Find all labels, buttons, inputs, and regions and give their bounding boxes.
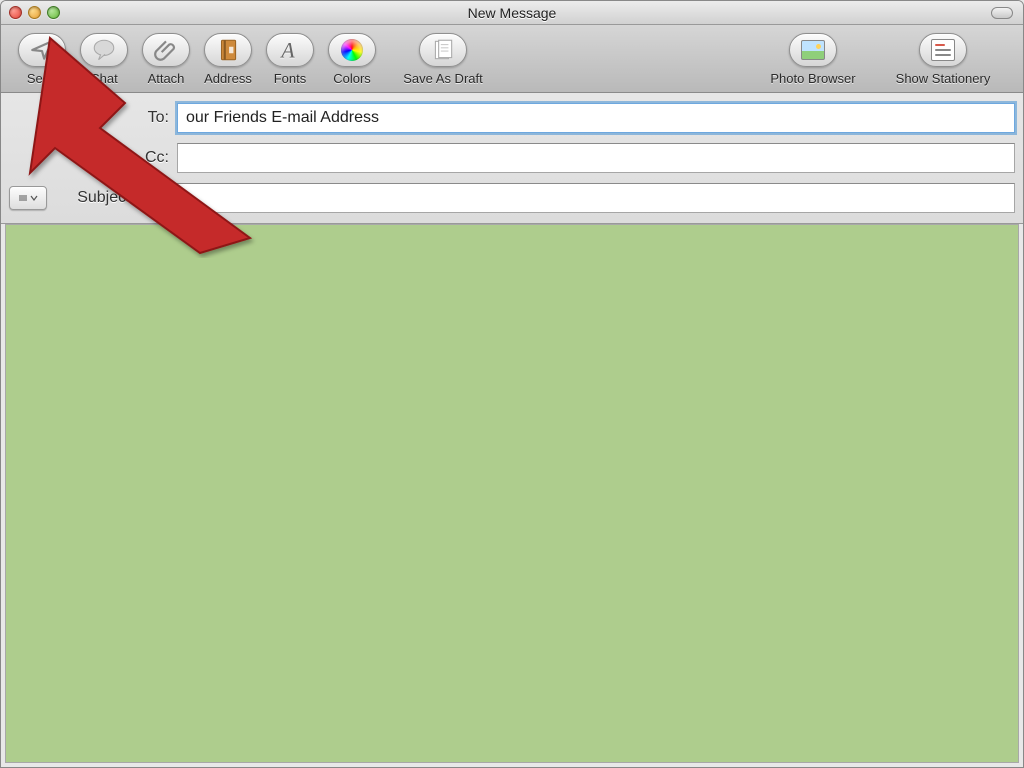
save-as-draft-label: Save As Draft (403, 71, 482, 86)
paperclip-icon (153, 37, 179, 63)
address-button[interactable]: Address (197, 33, 259, 86)
message-body[interactable] (5, 224, 1019, 763)
chat-bubble-icon (91, 37, 117, 63)
message-headers: To: Cc: Subject: (1, 93, 1023, 224)
subject-row: Subject: (9, 183, 1015, 213)
subject-field[interactable] (143, 183, 1015, 213)
cc-label: Cc: (9, 149, 169, 167)
header-options-button[interactable] (9, 186, 47, 210)
to-field[interactable] (177, 103, 1015, 133)
cc-row: Cc: (9, 143, 1015, 173)
send-button[interactable]: Send (11, 33, 73, 86)
draft-icon (430, 37, 456, 63)
subject-label: Subject: (55, 189, 135, 207)
toolbar-toggle-button[interactable] (991, 7, 1013, 19)
address-book-icon (215, 37, 241, 63)
show-stationery-label: Show Stationery (896, 71, 991, 86)
attach-button[interactable]: Attach (135, 33, 197, 86)
titlebar: New Message (1, 1, 1023, 25)
paper-plane-icon (29, 37, 55, 63)
attach-label: Attach (148, 71, 185, 86)
font-icon: A (277, 37, 303, 63)
show-stationery-button[interactable]: Show Stationery (873, 33, 1013, 86)
svg-text:A: A (279, 39, 295, 63)
compose-window: New Message Send Chat Attach Address (0, 0, 1024, 768)
color-wheel-icon (341, 39, 363, 61)
toolbar: Send Chat Attach Address A Fonts (1, 25, 1023, 93)
to-label: To: (9, 109, 169, 127)
save-as-draft-button[interactable]: Save As Draft (383, 33, 503, 86)
colors-label: Colors (333, 71, 371, 86)
stationery-icon (931, 39, 955, 61)
photo-icon (801, 40, 825, 60)
address-label: Address (204, 71, 252, 86)
window-title: New Message (1, 5, 1023, 21)
fonts-label: Fonts (274, 71, 307, 86)
to-row: To: (9, 103, 1015, 133)
fonts-button[interactable]: A Fonts (259, 33, 321, 86)
photo-browser-label: Photo Browser (770, 71, 855, 86)
chat-label: Chat (90, 71, 117, 86)
chevron-down-icon (30, 195, 38, 201)
chat-button[interactable]: Chat (73, 33, 135, 86)
menu-lines-icon (18, 194, 28, 202)
photo-browser-button[interactable]: Photo Browser (753, 33, 873, 86)
colors-button[interactable]: Colors (321, 33, 383, 86)
send-label: Send (27, 71, 57, 86)
cc-field[interactable] (177, 143, 1015, 173)
